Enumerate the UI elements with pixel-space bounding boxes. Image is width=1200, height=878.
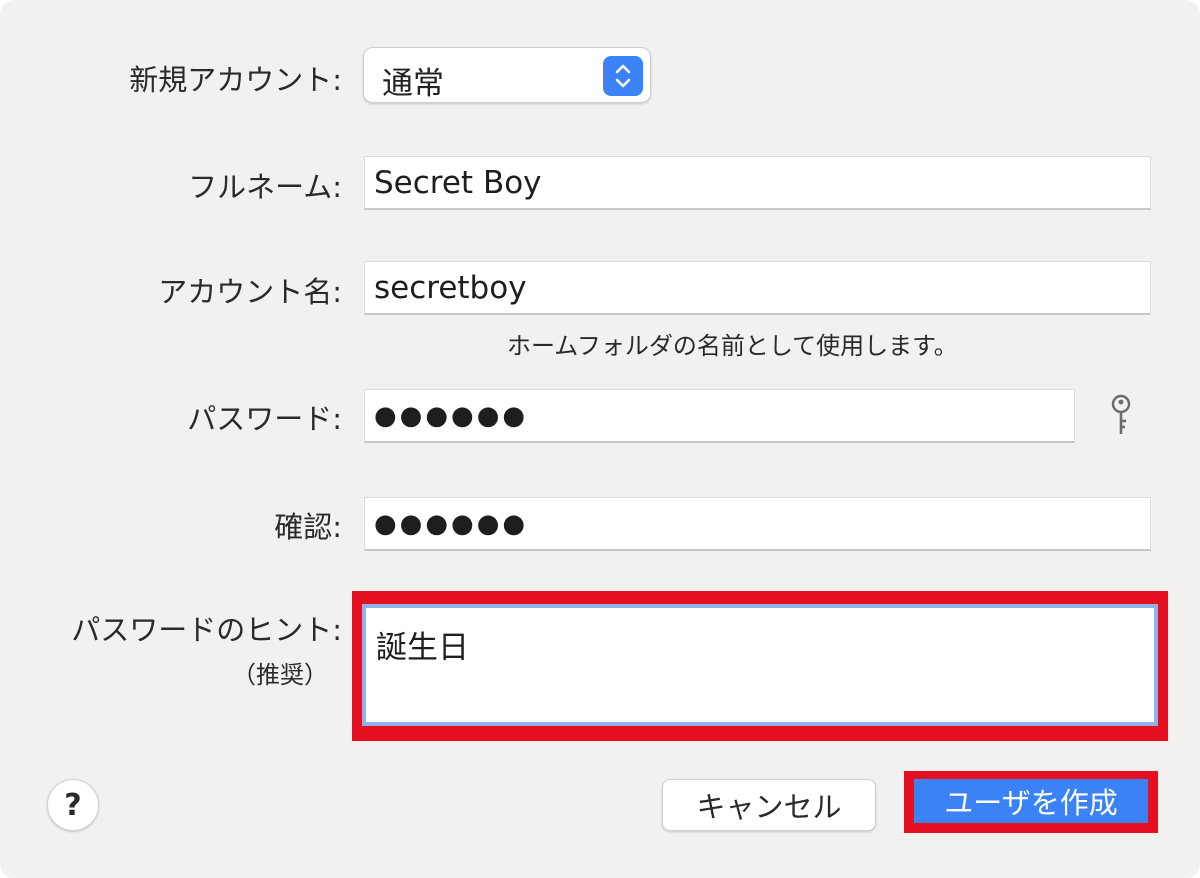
password-hint-label: パスワードのヒント:: [71, 613, 342, 647]
help-button[interactable]: ?: [47, 779, 99, 831]
password-field[interactable]: ●●●●●●: [364, 389, 1075, 443]
new-user-dialog: 新規アカウント: 通常 フルネーム: Secret Boy アカウント名: se…: [0, 0, 1200, 878]
full-name-field[interactable]: Secret Boy: [364, 156, 1151, 210]
verify-field[interactable]: ●●●●●●: [364, 497, 1151, 551]
account-name-label: アカウント名:: [158, 275, 342, 309]
account-type-popup[interactable]: 通常: [363, 47, 651, 103]
account-name-field[interactable]: secretboy: [364, 261, 1151, 315]
cancel-button[interactable]: キャンセル: [662, 779, 876, 831]
account-name-note: ホームフォルダの名前として使用します。: [507, 332, 958, 360]
key-icon[interactable]: [1108, 394, 1134, 438]
account-type-label: 新規アカウント:: [129, 63, 342, 97]
password-hint-sublabel: （推奨）: [232, 661, 328, 689]
password-label: パスワード:: [187, 402, 342, 436]
create-user-button[interactable]: ユーザを作成: [914, 779, 1148, 823]
full-name-label: フルネーム:: [188, 170, 342, 204]
verify-label: 確認:: [274, 510, 342, 544]
chevron-up-down-icon[interactable]: [603, 56, 643, 96]
account-type-value: 通常: [382, 66, 444, 102]
password-hint-field[interactable]: 誕生日: [362, 604, 1158, 726]
